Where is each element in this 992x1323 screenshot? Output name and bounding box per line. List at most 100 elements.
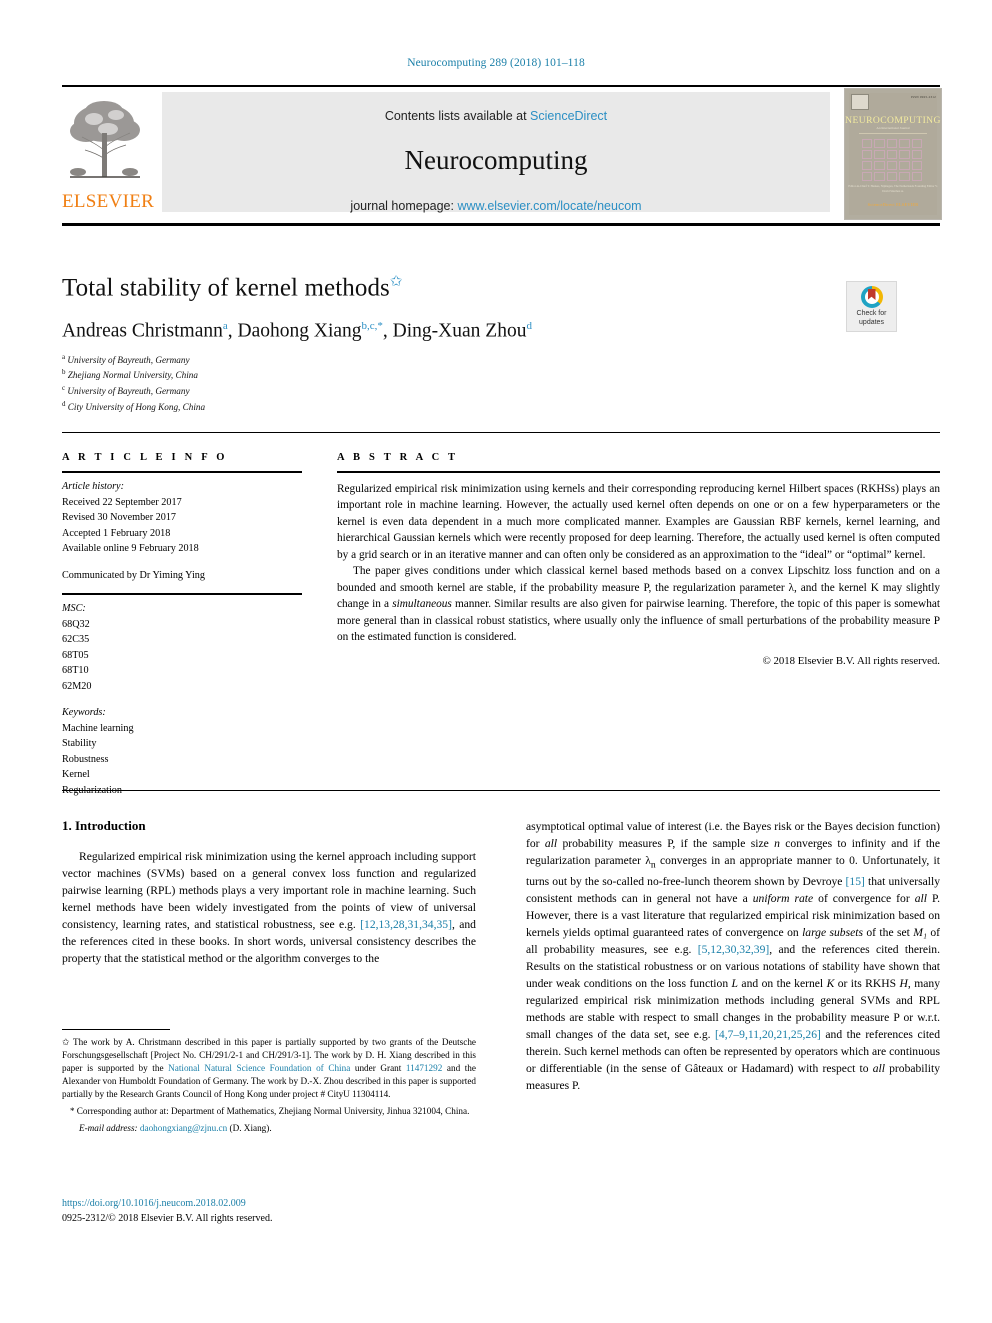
journal-masthead: ELSEVIER Contents lists available at Sci… [62,85,942,226]
email-address-label: E-mail address: [79,1123,138,1134]
contents-prefix: Contents lists available at [384,109,531,123]
affiliation-item: b Zhejiang Normal University, China [62,367,940,383]
affiliation-mark: c [62,384,66,393]
crossmark-badge[interactable]: Check for updates [846,281,897,332]
nsfc-link[interactable]: National Natural Science Foundation of C… [168,1063,350,1073]
intro-paragraph-left: Regularized empirical risk minimization … [62,848,476,967]
masthead-bottom-rule [62,223,940,226]
journal-title: Neurocomputing [404,145,588,175]
abstract-column: A B S T R A C T Regularized empirical ri… [337,452,940,667]
abstract-paragraph-2: The paper gives conditions under which c… [337,563,940,645]
footnote-corresponding-author: * Corresponding author at: Department of… [62,1105,476,1118]
elsevier-wordmark: ELSEVIER [62,191,155,212]
msc-item: 68T05 [62,649,89,661]
intro-paragraph-right: asymptotical optimal value of interest (… [526,818,940,1094]
citation-ref[interactable]: [4,7–9,11,20,21,25,26] [715,1028,821,1041]
intro-right-it8: H [899,976,908,990]
msc-label: MSC: [62,603,86,614]
intro-right-k: and on the kernel [738,976,827,990]
affiliation-mark: d [62,399,66,408]
abstract-p2-italic: simultaneous [392,598,452,611]
author-name-1: Andreas Christmann [62,320,223,342]
homepage-link[interactable]: www.elsevier.com/locate/neucom [457,199,641,213]
affiliation-text: University of Bayreuth, Germany [67,386,190,397]
intro-right-it5: large subsets [802,925,863,939]
keyword-item: Robustness [62,753,109,765]
communicated-by: Communicated by Dr Yiming Ying [62,569,205,581]
citation-ref[interactable]: [5,12,30,32,39] [698,943,770,956]
cover-title: NEUROCOMPUTING [845,115,941,126]
grant-number-link[interactable]: 11471292 [406,1063,442,1073]
crossmark-flag-icon [867,289,876,300]
keywords-label: Keywords: [62,707,106,718]
msc-item: 68Q32 [62,618,90,630]
article-history-label: Article history: [62,481,124,492]
affiliation-text: University of Bayreuth, Germany [67,354,190,365]
homepage-prefix: journal homepage: [350,199,458,213]
article-info-divider [62,471,302,473]
citation-ref[interactable]: [15] [846,875,865,888]
cover-issn: ISSN 0925-2312 [910,95,936,99]
keyword-item: Stability [62,738,97,749]
author-name-2: Daohong Xiang [237,320,362,342]
msc-item: 62C35 [62,634,90,645]
info-section-rule [62,432,940,433]
history-item: Accepted 1 February 2018 [62,527,171,539]
history-item: Received 22 September 2017 [62,496,182,508]
footnote-email-tail: (D. Xiang). [227,1123,272,1134]
abstract-paragraph-1: Regularized empirical risk minimization … [337,483,940,561]
footnote-rule [62,1029,170,1030]
author-list: Andreas Christmanna, Daohong Xiangb,c,*,… [62,320,532,342]
crossmark-label: Check for updates [856,310,887,326]
email-link[interactable]: daohongxiang@zjnu.cn [140,1123,227,1133]
abstract-heading: A B S T R A C T [337,452,459,463]
author-mark-2: b,c,* [361,320,383,333]
abstract-divider [337,471,940,473]
citation-ref[interactable]: [12,13,28,31,34,35] [360,918,452,931]
measure-set-symbol: M₁ [913,925,927,939]
paper-page: Neurocomputing 289 (2018) 101–118 ELSEVI… [0,0,992,1323]
elsevier-logo: ELSEVIER [62,93,155,215]
footnote-funding: ✩ The work by A. Christmann described in… [62,1036,476,1101]
article-info-body: Article history: Received 22 September 2… [62,479,302,583]
intro-right-it1: all [544,837,558,851]
abstract-body: Regularized empirical risk minimization … [337,481,940,646]
msc-item: 62M20 [62,680,92,692]
body-column-left: 1. Introduction Regularized empirical ri… [62,818,476,967]
contents-lists-line: Contents lists available at ScienceDirec… [162,109,830,123]
doi-link[interactable]: https://doi.org/10.1016/j.neucom.2018.02… [62,1196,542,1211]
history-item: Available online 9 February 2018 [62,543,199,554]
sciencedirect-link[interactable]: ScienceDirect [530,109,607,123]
imprint-block: https://doi.org/10.1016/j.neucom.2018.02… [62,1196,542,1226]
cover-elsevier-mark [851,94,869,110]
intro-right-l: or its RKHS [834,976,900,990]
intro-right-it3: uniform rate [752,891,814,905]
cover-subtitle: An International Journal [876,126,910,130]
body-section-rule [62,790,940,791]
intro-right-it4: all [914,891,927,905]
affiliation-mark: a [62,352,66,361]
crossmark-ring-icon [860,286,883,308]
running-head: Neurocomputing 289 (2018) 101–118 [407,57,585,69]
footnote-email: E-mail address: daohongxiang@zjnu.cn (D.… [62,1122,476,1135]
title-block: Total stability of kernel methods✩ Andre… [62,272,940,414]
title-footnote-star: ✩ [389,274,403,290]
msc-divider [62,593,302,595]
keyword-item: Machine learning [62,722,134,734]
intro-right-b: probability measures P, if the sample si… [557,837,775,851]
author-name-3: Ding-Xuan Zhou [392,320,527,342]
footnote-corresponding-text: Corresponding author at: Department of M… [74,1106,470,1117]
intro-right-it9: all [872,1061,885,1075]
affiliations: a University of Bayreuth, Germany b Zhej… [62,352,940,414]
section-heading-introduction: 1. Introduction [62,818,146,833]
affiliation-text: City University of Hong Kong, China [67,401,206,412]
issn-copyright-line: 0925-2312/© 2018 Elsevier B.V. All right… [62,1213,273,1224]
author-mark-1: a [222,320,228,333]
abstract-copyright: © 2018 Elsevier B.V. All rights reserved… [762,654,940,667]
msc-block: MSC: 68Q32 62C35 68T05 68T10 62M20 Keywo… [62,601,302,798]
journal-homepage-line: journal homepage: www.elsevier.com/locat… [162,199,830,213]
footnote-star-mark: ✩ [62,1037,70,1047]
affiliation-item: d City University of Hong Kong, China [62,399,940,415]
affiliation-mark: b [62,368,66,377]
